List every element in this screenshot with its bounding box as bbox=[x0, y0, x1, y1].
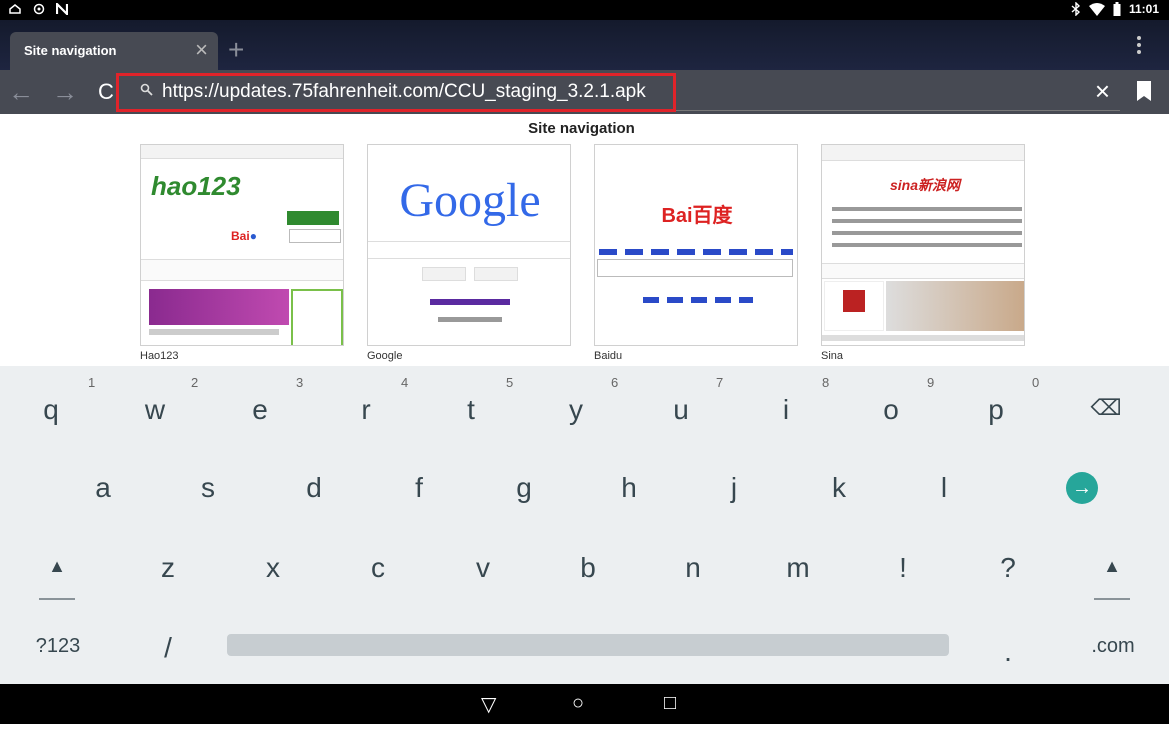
key-m[interactable]: m bbox=[768, 538, 828, 598]
back-arrow-icon[interactable]: ← bbox=[8, 78, 34, 106]
key-slash[interactable]: / bbox=[138, 618, 198, 678]
key-k[interactable]: k bbox=[809, 458, 869, 518]
key-a[interactable]: a bbox=[73, 458, 133, 518]
shift-left-indicator bbox=[39, 598, 75, 600]
space-bar[interactable] bbox=[227, 634, 949, 656]
shift-right-indicator bbox=[1094, 598, 1130, 600]
nav-recents-icon[interactable]: □ bbox=[664, 692, 676, 715]
site-label-baidu: Baidu bbox=[594, 350, 623, 362]
site-thumbnail-hao123[interactable]: hao123 Bai● bbox=[140, 144, 344, 346]
dotcom-key[interactable]: .com bbox=[1078, 616, 1148, 676]
tab-title: Site navigation bbox=[24, 43, 117, 58]
site-label-sina: Sina bbox=[821, 350, 844, 362]
key-l[interactable]: l bbox=[914, 458, 974, 518]
backspace-key-icon[interactable]: ⌫ bbox=[1076, 378, 1136, 438]
tab-strip: Site navigation × + bbox=[0, 20, 1169, 70]
overflow-menu-icon[interactable] bbox=[1137, 36, 1143, 54]
key-period[interactable]: . bbox=[978, 622, 1038, 682]
hint-4: 4 bbox=[401, 375, 409, 390]
shift-right-key-icon[interactable]: ▲ bbox=[1082, 536, 1142, 596]
key-h[interactable]: h bbox=[599, 458, 659, 518]
reload-icon[interactable]: C bbox=[98, 78, 114, 106]
key-w[interactable]: w bbox=[125, 380, 185, 440]
site-thumbnail-sina[interactable]: sina新浪网 bbox=[821, 144, 1025, 346]
web-page: Site navigation hao123 Bai● Hao123 Googl… bbox=[0, 114, 1169, 366]
search-icon bbox=[140, 83, 153, 96]
key-d[interactable]: d bbox=[284, 458, 344, 518]
page-title: Site navigation bbox=[528, 120, 635, 137]
nav-home-icon[interactable]: ○ bbox=[572, 692, 584, 715]
new-tab-button[interactable]: + bbox=[228, 36, 244, 64]
key-question[interactable]: ? bbox=[978, 538, 1038, 598]
wifi-icon bbox=[1088, 2, 1105, 16]
key-x[interactable]: x bbox=[243, 538, 303, 598]
status-left-icons bbox=[8, 2, 68, 16]
shift-left-key-icon[interactable]: ▲ bbox=[27, 536, 87, 596]
hint-8: 8 bbox=[822, 375, 830, 390]
hint-3: 3 bbox=[296, 375, 304, 390]
status-bar: 11:01 bbox=[0, 0, 1169, 20]
key-g[interactable]: g bbox=[494, 458, 554, 518]
key-z[interactable]: z bbox=[138, 538, 198, 598]
key-t[interactable]: t bbox=[441, 380, 501, 440]
key-b[interactable]: b bbox=[558, 538, 618, 598]
key-u[interactable]: u bbox=[651, 380, 711, 440]
battery-icon bbox=[1113, 2, 1121, 16]
site-thumbnail-google[interactable]: Google bbox=[367, 144, 571, 346]
url-input[interactable] bbox=[162, 78, 662, 106]
forward-arrow-icon[interactable]: → bbox=[52, 78, 78, 106]
bookmark-icon[interactable] bbox=[1137, 81, 1151, 101]
key-j[interactable]: j bbox=[704, 458, 764, 518]
key-y[interactable]: y bbox=[546, 380, 606, 440]
bottom-edge bbox=[0, 724, 1169, 730]
google-logo: Google bbox=[399, 174, 541, 227]
hint-2: 2 bbox=[191, 375, 199, 390]
key-v[interactable]: v bbox=[453, 538, 513, 598]
hint-5: 5 bbox=[506, 375, 514, 390]
bluetooth-icon bbox=[1071, 2, 1080, 16]
key-p[interactable]: p bbox=[966, 380, 1026, 440]
tab-close-icon[interactable]: × bbox=[195, 38, 208, 62]
site-label-google: Google bbox=[367, 350, 403, 362]
hint-1: 1 bbox=[88, 375, 96, 390]
key-q[interactable]: q bbox=[21, 380, 81, 440]
browser-toolbar: ← → C × bbox=[0, 70, 1169, 114]
clear-url-icon[interactable]: × bbox=[1095, 77, 1110, 105]
hint-9: 9 bbox=[927, 375, 935, 390]
hint-0: 0 bbox=[1032, 375, 1040, 390]
url-bar[interactable]: × bbox=[116, 73, 1120, 112]
key-c[interactable]: c bbox=[348, 538, 408, 598]
key-o[interactable]: o bbox=[861, 380, 921, 440]
baidu-logo: Bai百度 bbox=[661, 205, 733, 227]
n-icon bbox=[56, 3, 68, 15]
status-right-icons: 11:01 bbox=[1071, 2, 1159, 16]
system-nav-bar: ▽ ○ □ bbox=[0, 684, 1169, 724]
enter-key-icon[interactable]: → bbox=[1066, 472, 1098, 504]
key-i[interactable]: i bbox=[756, 380, 816, 440]
hao123-logo: hao123 bbox=[151, 171, 241, 201]
hint-7: 7 bbox=[716, 375, 724, 390]
cloud-icon bbox=[9, 4, 21, 14]
key-f[interactable]: f bbox=[389, 458, 449, 518]
key-s[interactable]: s bbox=[178, 458, 238, 518]
status-clock: 11:01 bbox=[1128, 2, 1159, 16]
nav-back-icon[interactable]: ▽ bbox=[481, 692, 496, 717]
site-label-hao123: Hao123 bbox=[140, 350, 179, 362]
key-n[interactable]: n bbox=[663, 538, 723, 598]
sina-logo: sina新浪网 bbox=[890, 177, 961, 193]
key-exclamation[interactable]: ! bbox=[873, 538, 933, 598]
sync-icon bbox=[33, 3, 45, 15]
android-screen: 11:01 Site navigation × + ← → C × Site n… bbox=[0, 0, 1169, 730]
symbols-key[interactable]: ?123 bbox=[20, 616, 96, 676]
soft-keyboard: 1 2 3 4 5 6 7 8 9 0 q w e r t y u i o p … bbox=[0, 366, 1169, 684]
key-e[interactable]: e bbox=[230, 380, 290, 440]
hint-6: 6 bbox=[611, 375, 619, 390]
tab-site-navigation[interactable]: Site navigation × bbox=[10, 32, 218, 70]
key-r[interactable]: r bbox=[336, 380, 396, 440]
site-thumbnail-baidu[interactable]: Bai百度 bbox=[594, 144, 798, 346]
